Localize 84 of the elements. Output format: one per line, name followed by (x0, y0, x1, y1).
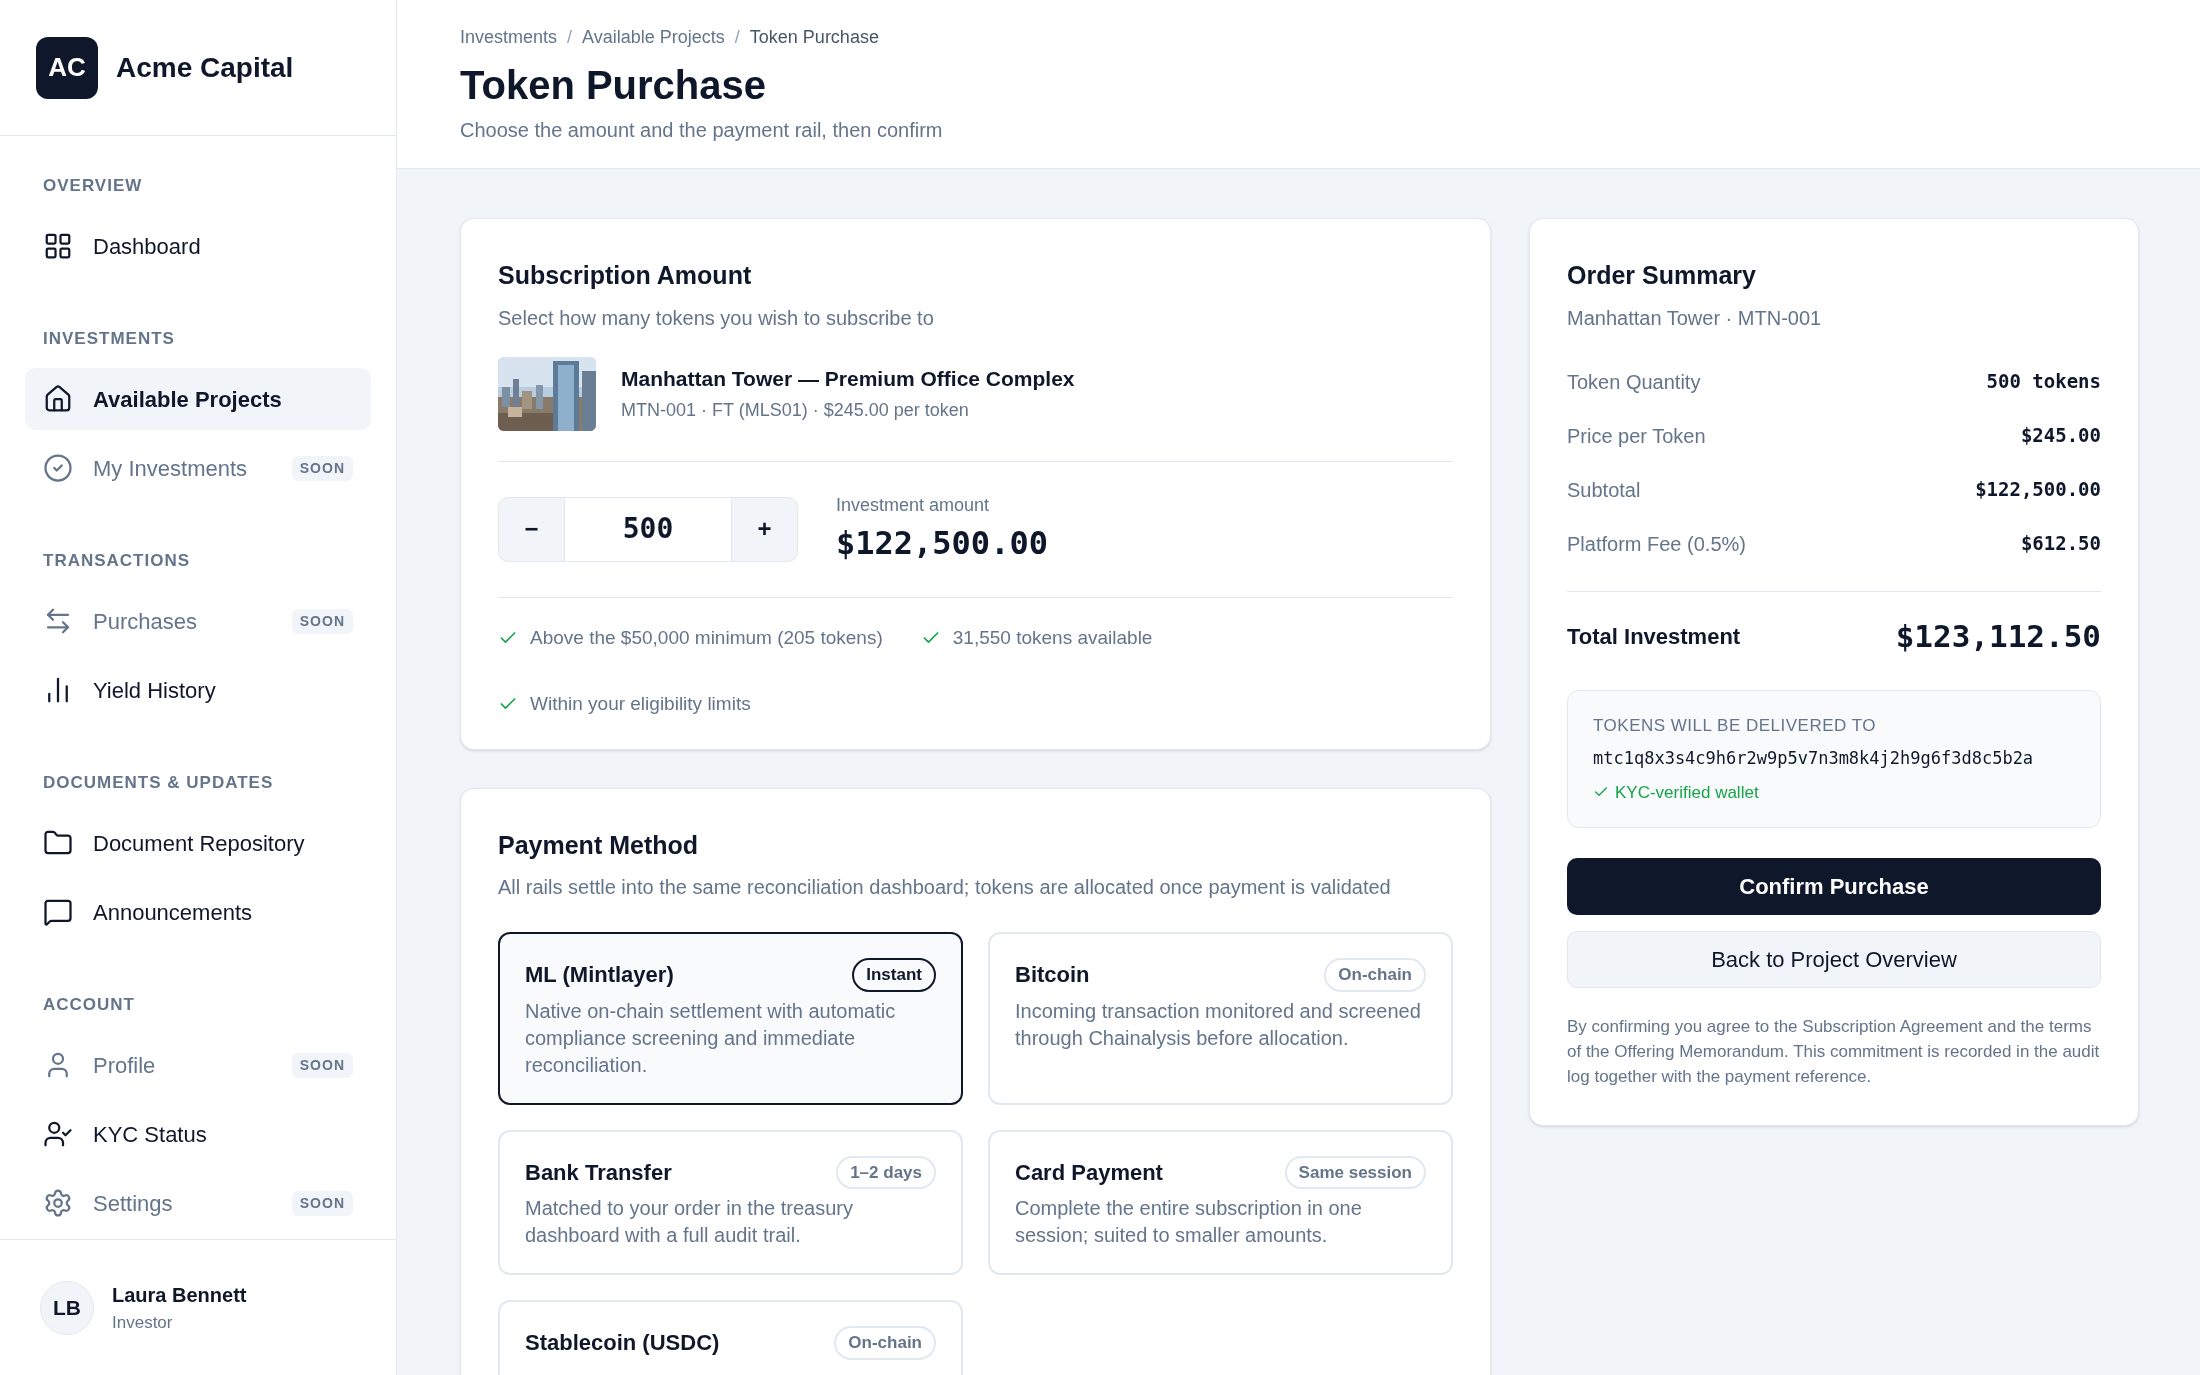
card-title: Payment Method (498, 829, 700, 861)
brand-name: Acme Capital (116, 50, 294, 85)
option-title: Bitcoin (1015, 961, 1090, 990)
summary-label: Token Quantity (1567, 369, 1701, 395)
option-tag: Instant (852, 958, 936, 992)
section-label: OVERVIEW (42, 175, 144, 197)
investment-amount: $122,500.00 (836, 522, 1048, 564)
summary-label: Platform Fee (0.5%) (1567, 531, 1746, 557)
summary-value: 500 tokens (1986, 369, 2101, 395)
verified-text: KYC-verified wallet (1615, 781, 1759, 804)
payment-option[interactable]: Bank Transfer 1–2 days Matched to your order in the treasury dashboard with a full audit trail. (498, 1129, 963, 1275)
option-tag: On-chain (834, 1326, 936, 1360)
nav-item[interactable]: Document Repository (25, 812, 371, 874)
option-tag: On-chain (1324, 958, 1426, 992)
card-subtitle: Manhattan Tower · MTN-001 (1567, 305, 1823, 331)
amount-label: Investment amount (836, 493, 991, 517)
option-title: ML (Mintlayer) (525, 961, 674, 990)
nav-icon (43, 384, 73, 414)
breadcrumb-separator: / (567, 26, 573, 49)
user-name: Laura Bennett (112, 1282, 247, 1308)
nav-icon (43, 231, 73, 261)
payment-option[interactable]: Stablecoin (USDC) On-chain (498, 1300, 963, 1375)
avatar: LB (40, 1280, 94, 1335)
disclaimer: By confirming you agree to the Subscription Agreement and the terms of the Offering Memorandum. This commitment is recorded in the audit log together with the payment reference. (1567, 1016, 2101, 1088)
section-label: DOCUMENTS & UPDATES (42, 772, 275, 794)
back-button[interactable]: Back to Project Overview (1567, 931, 2101, 988)
breadcrumb-link[interactable]: Investments (460, 24, 558, 51)
option-title: Stablecoin (USDC) (525, 1329, 720, 1358)
payment-option[interactable]: Bitcoin On-chain Incoming transaction monitored and screened through Chainalysis before allocation. (988, 932, 1453, 1105)
section-label: ACCOUNT (42, 994, 136, 1016)
increase-button[interactable]: + (731, 496, 798, 562)
summary-value: $245.00 (2020, 423, 2101, 449)
total-value: $123,112.50 (1895, 617, 2101, 657)
option-description: Matched to your order in the treasury dashboard with a full audit trail. (525, 1196, 854, 1248)
quantity-field[interactable]: 500 (565, 496, 731, 562)
nav-item[interactable]: Available Projects (25, 368, 371, 430)
soon-tag: SOON (291, 608, 353, 634)
soon-tag: SOON (291, 1190, 353, 1216)
payment-option[interactable]: Card Payment Same session Complete the entire subscription in one session; suited to smaller amounts. (988, 1129, 1453, 1275)
summary-label: Subtotal (1567, 477, 1641, 503)
user-role: Investor (112, 1311, 174, 1334)
page-subtitle: Choose the amount and the payment rail, then confirm (460, 118, 944, 143)
project-meta: MTN-001 · FT (MLS01) · $245.00 per token (621, 398, 970, 422)
delivery-label: TOKENS WILL BE DELIVERED TO (1593, 714, 1878, 737)
project-name: Manhattan Tower — Premium Office Complex (621, 366, 1075, 393)
card-title: Subscription Amount (498, 260, 753, 291)
page-title: Token Purchase (460, 62, 768, 109)
nav-item[interactable]: KYC Status (25, 1103, 371, 1165)
breadcrumb-link[interactable]: Available Projects (582, 24, 725, 51)
nav-icon (43, 897, 73, 927)
nav-icon (43, 453, 73, 483)
nav-item[interactable]: Dashboard (25, 215, 371, 277)
option-title: Card Payment (1015, 1158, 1163, 1187)
nav-item[interactable]: Announcements (25, 881, 371, 943)
summary-label: Price per Token (1567, 423, 1706, 449)
nav-icon (43, 1188, 73, 1218)
check-text: 31,550 tokens available (952, 625, 1153, 650)
section-label: INVESTMENTS (42, 328, 176, 350)
option-tag: Same session (1284, 1155, 1426, 1189)
confirm-button[interactable]: Confirm Purchase (1567, 858, 2101, 915)
option-description: Native on-chain settlement with automatic compliance screening and immediate reconciliation. (525, 998, 897, 1078)
check-text: Within your eligibility limits (530, 692, 751, 716)
card-subtitle: All rails settle into the same reconciliation dashboard; tokens are allocated once payment is validated (498, 875, 1392, 900)
option-description: Incoming transaction monitored and screened through Chainalysis before allocation. (1015, 998, 1422, 1051)
logo: AC (36, 36, 98, 99)
summary-value: $612.50 (2020, 531, 2101, 557)
payment-option[interactable]: ML (Mintlayer) Instant Native on-chain settlement with automatic compliance screening and immediate reconciliation. (498, 932, 963, 1105)
soon-tag: SOON (291, 1052, 353, 1078)
decrease-button[interactable]: − (498, 496, 565, 562)
summary-value: $122,500.00 (1975, 477, 2101, 503)
card-subtitle: Select how many tokens you wish to subscribe to (498, 305, 935, 331)
nav-icon (43, 1119, 73, 1149)
check-text: Above the $50,000 minimum (205 tokens) (530, 625, 883, 650)
breadcrumb-separator: / (734, 26, 740, 49)
section-label: TRANSACTIONS (42, 550, 192, 572)
card-title: Order Summary (1567, 260, 1757, 291)
option-title: Bank Transfer (525, 1158, 672, 1187)
option-description: Complete the entire subscription in one session; suited to smaller amounts. (1015, 1196, 1363, 1248)
breadcrumb-link[interactable]: Token Purchase (749, 24, 879, 51)
wallet-address: mtc1q8x3s4c9h6r2w9p5v7n3m8k4j2h9g6f3d8c5b2a (1593, 747, 2035, 770)
nav-item[interactable]: Yield History (25, 659, 371, 721)
total-label: Total Investment (1567, 623, 1741, 651)
soon-tag: SOON (291, 455, 353, 481)
option-tag: 1–2 days (836, 1155, 936, 1189)
